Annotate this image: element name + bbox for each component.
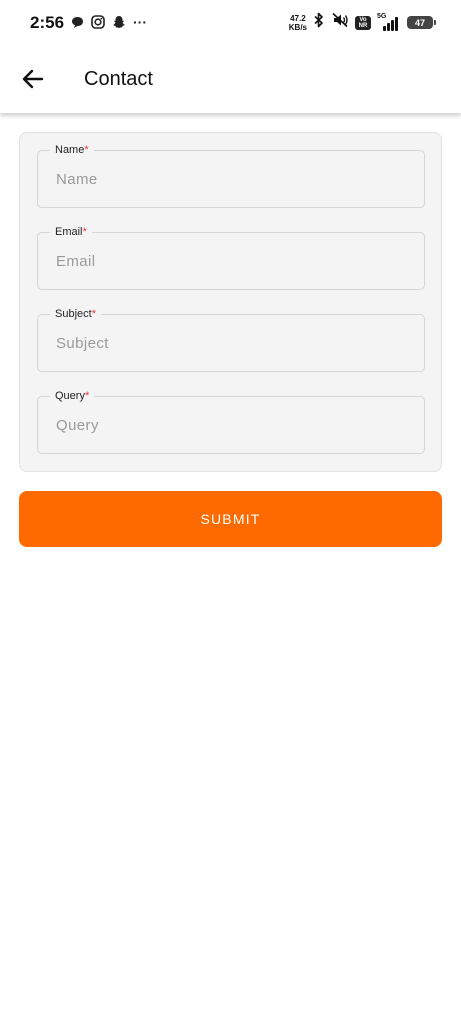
email-field[interactable]: Email* <box>37 225 425 290</box>
page-title: Contact <box>84 68 153 90</box>
bluetooth-icon <box>313 12 325 33</box>
network-speed: 47.2 KB/s <box>289 14 307 32</box>
notification-icons: ··· <box>70 15 147 29</box>
vonr-bottom: NR <box>358 22 368 29</box>
name-field[interactable]: Name* <box>37 143 425 208</box>
system-icons: 47.2 KB/s Vo NR 5G 47 <box>289 12 436 33</box>
query-field[interactable]: Query* <box>37 389 425 454</box>
chat-bubble-icon <box>70 15 84 29</box>
instagram-icon <box>91 15 105 29</box>
arrow-left-icon <box>22 69 44 89</box>
signal-bar <box>383 25 386 31</box>
network-type: 5G <box>377 12 387 20</box>
battery-level: 47 <box>414 17 425 28</box>
vonr-badge: Vo NR <box>355 15 371 30</box>
network-speed-value: 47.2 <box>290 13 306 23</box>
subject-input[interactable] <box>38 315 424 371</box>
submit-button[interactable]: SUBMIT <box>19 491 442 547</box>
name-input[interactable] <box>38 151 424 207</box>
contact-form: Name* Email* Subject* Query* <box>19 132 442 472</box>
status-bar: 2:56 ··· 47.2 KB/s Vo NR 5G 47 <box>0 0 461 46</box>
snapchat-icon <box>112 15 126 29</box>
battery-icon: 47 <box>407 16 436 29</box>
network-speed-unit: KB/s <box>288 22 307 32</box>
email-input[interactable] <box>38 233 424 289</box>
more-notifications-icon: ··· <box>133 14 147 30</box>
subject-field[interactable]: Subject* <box>37 307 425 372</box>
signal-bar <box>391 19 394 31</box>
app-bar: Contact <box>0 46 461 113</box>
signal-bar <box>387 22 390 31</box>
signal-bar <box>395 16 398 31</box>
signal-icon: 5G <box>377 12 401 31</box>
status-time: 2:56 <box>30 13 65 32</box>
back-button[interactable] <box>18 64 48 94</box>
query-input[interactable] <box>38 397 424 453</box>
mute-icon <box>331 12 349 33</box>
